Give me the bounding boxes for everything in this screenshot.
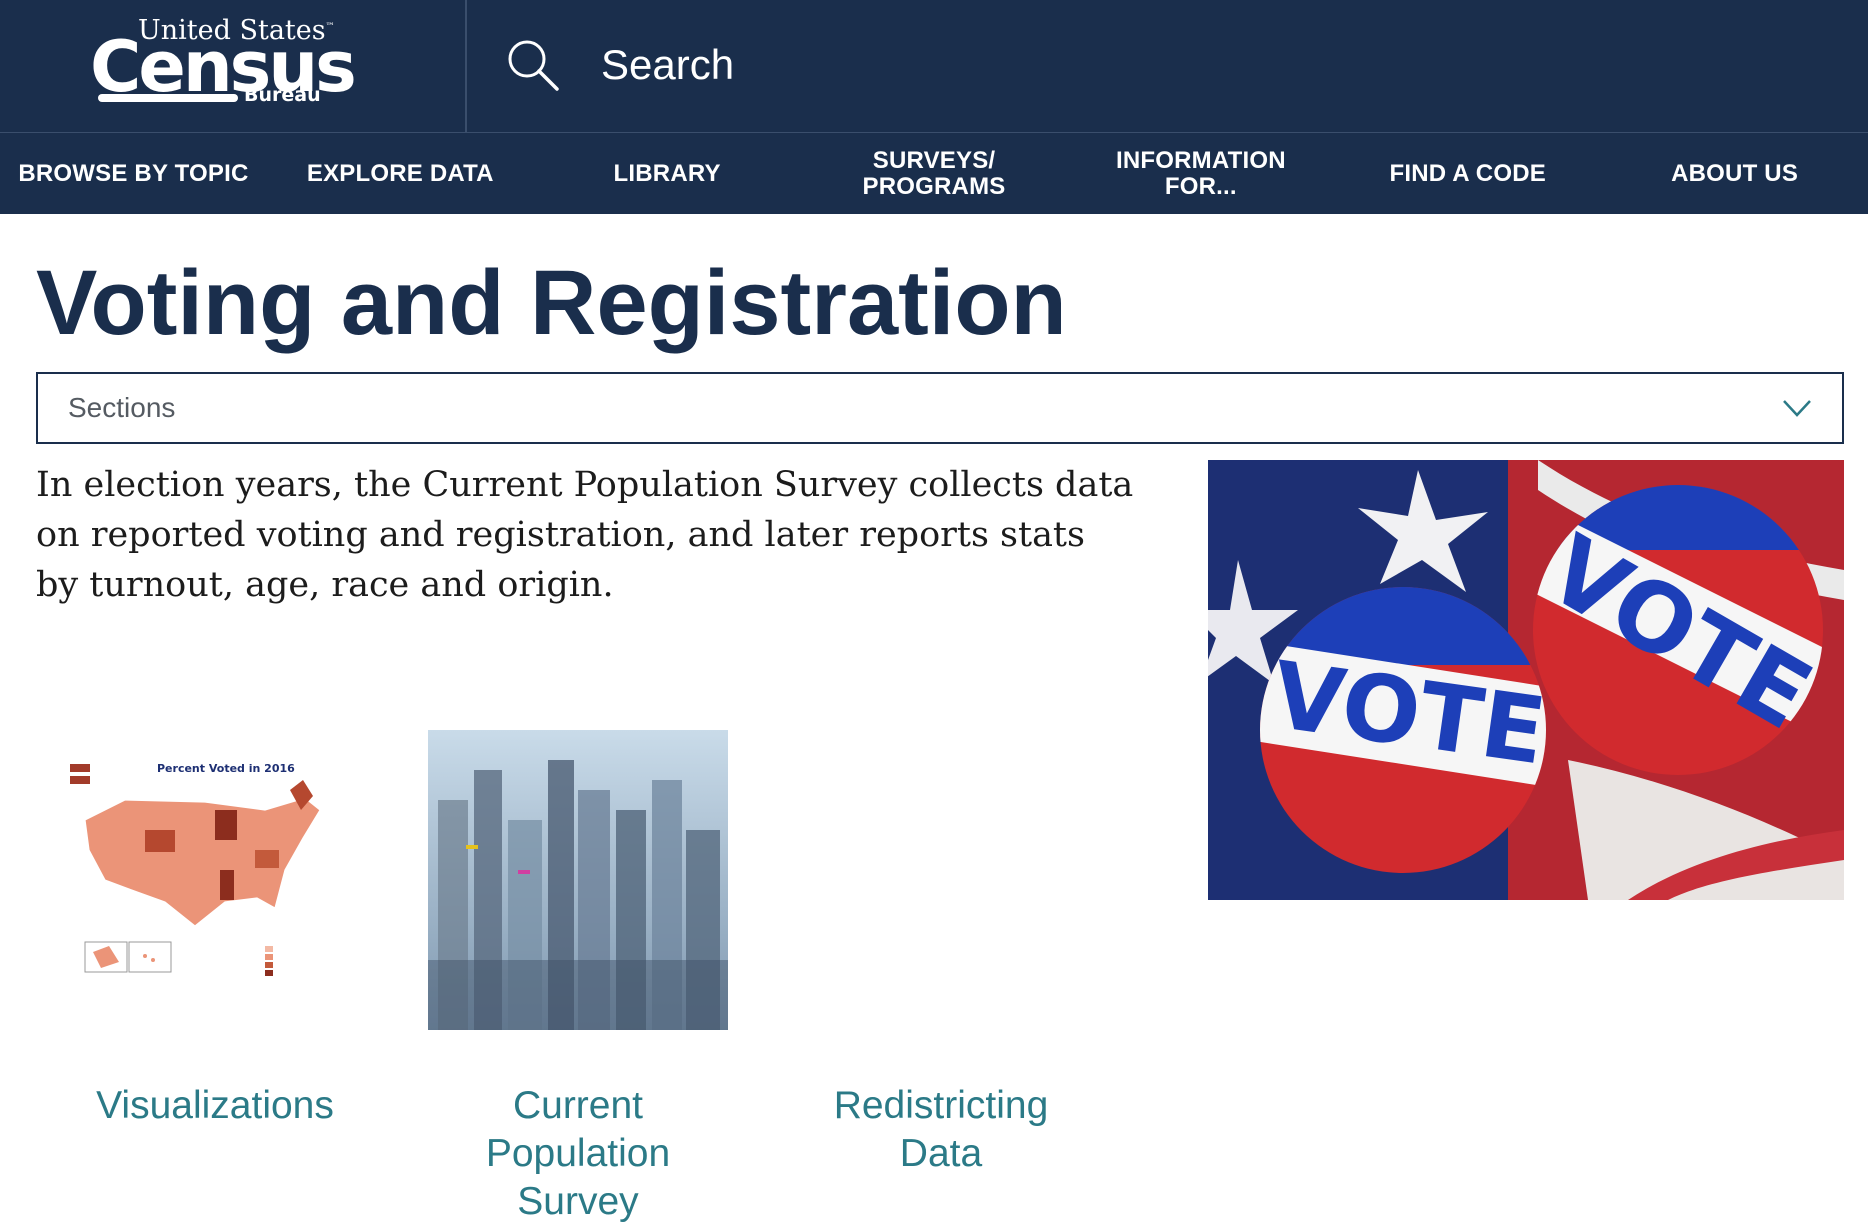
logo-area: United States™ Census Bureau xyxy=(0,0,467,132)
nav-library[interactable]: LIBRARY xyxy=(534,133,801,214)
sections-dropdown[interactable]: Sections xyxy=(36,372,1844,444)
nav-explore-data[interactable]: EXPLORE DATA xyxy=(267,133,534,214)
us-map-thumbnail: Percent Voted in 2016 xyxy=(65,730,365,1030)
nav-label-line: INFORMATION xyxy=(1116,146,1286,174)
nav-information-for[interactable]: INFORMATION FOR... xyxy=(1067,133,1334,214)
chevron-down-icon xyxy=(1783,400,1811,417)
site-header: United States™ Census Bureau Search xyxy=(0,0,1868,133)
logo-swoosh xyxy=(98,94,238,102)
page-title: Voting and Registration xyxy=(36,252,1067,354)
intro-paragraph: In election years, the Current Populatio… xyxy=(36,465,1134,605)
vote-buttons-image: VOTE VOTE xyxy=(1208,460,1844,900)
nav-about-us[interactable]: ABOUT US xyxy=(1601,133,1868,214)
nav-label-line: FOR... xyxy=(1164,172,1237,200)
nav-browse-by-topic[interactable]: BROWSE BY TOPIC xyxy=(0,133,267,214)
nav-surveys-programs[interactable]: SURVEYS/PROGRAMS xyxy=(801,133,1068,214)
card-label[interactable]: Current Population Survey xyxy=(428,1082,728,1226)
logo-bureau: Bureau xyxy=(244,84,321,106)
nav-label: LIBRARY xyxy=(613,159,721,187)
census-logo[interactable]: United States™ Census Bureau xyxy=(90,12,357,116)
search-box[interactable]: Search xyxy=(505,30,1405,100)
search-placeholder: Search xyxy=(601,41,735,88)
nav-label: FIND A CODE xyxy=(1389,159,1546,187)
sections-label: Sections xyxy=(68,392,176,423)
card-label[interactable]: Visualizations xyxy=(65,1082,365,1130)
card-label[interactable]: Redistricting Data xyxy=(791,1082,1091,1178)
nav-label: BROWSE BY TOPIC xyxy=(18,159,249,187)
svg-text:Percent Voted in 2016: Percent Voted in 2016 xyxy=(157,762,295,775)
nav-label: EXPLORE DATA xyxy=(306,159,494,187)
nav-label-line: SURVEYS/ xyxy=(872,146,996,174)
nav-label: ABOUT US xyxy=(1671,159,1799,187)
search-icon xyxy=(508,40,559,91)
main-nav: BROWSE BY TOPIC EXPLORE DATA LIBRARY SUR… xyxy=(0,133,1868,214)
nav-find-a-code[interactable]: FIND A CODE xyxy=(1334,133,1601,214)
nav-label-line: PROGRAMS xyxy=(862,172,1006,200)
vote-buttons-illustration: VOTE VOTE xyxy=(1208,460,1844,900)
population-city-thumbnail xyxy=(428,730,728,1030)
